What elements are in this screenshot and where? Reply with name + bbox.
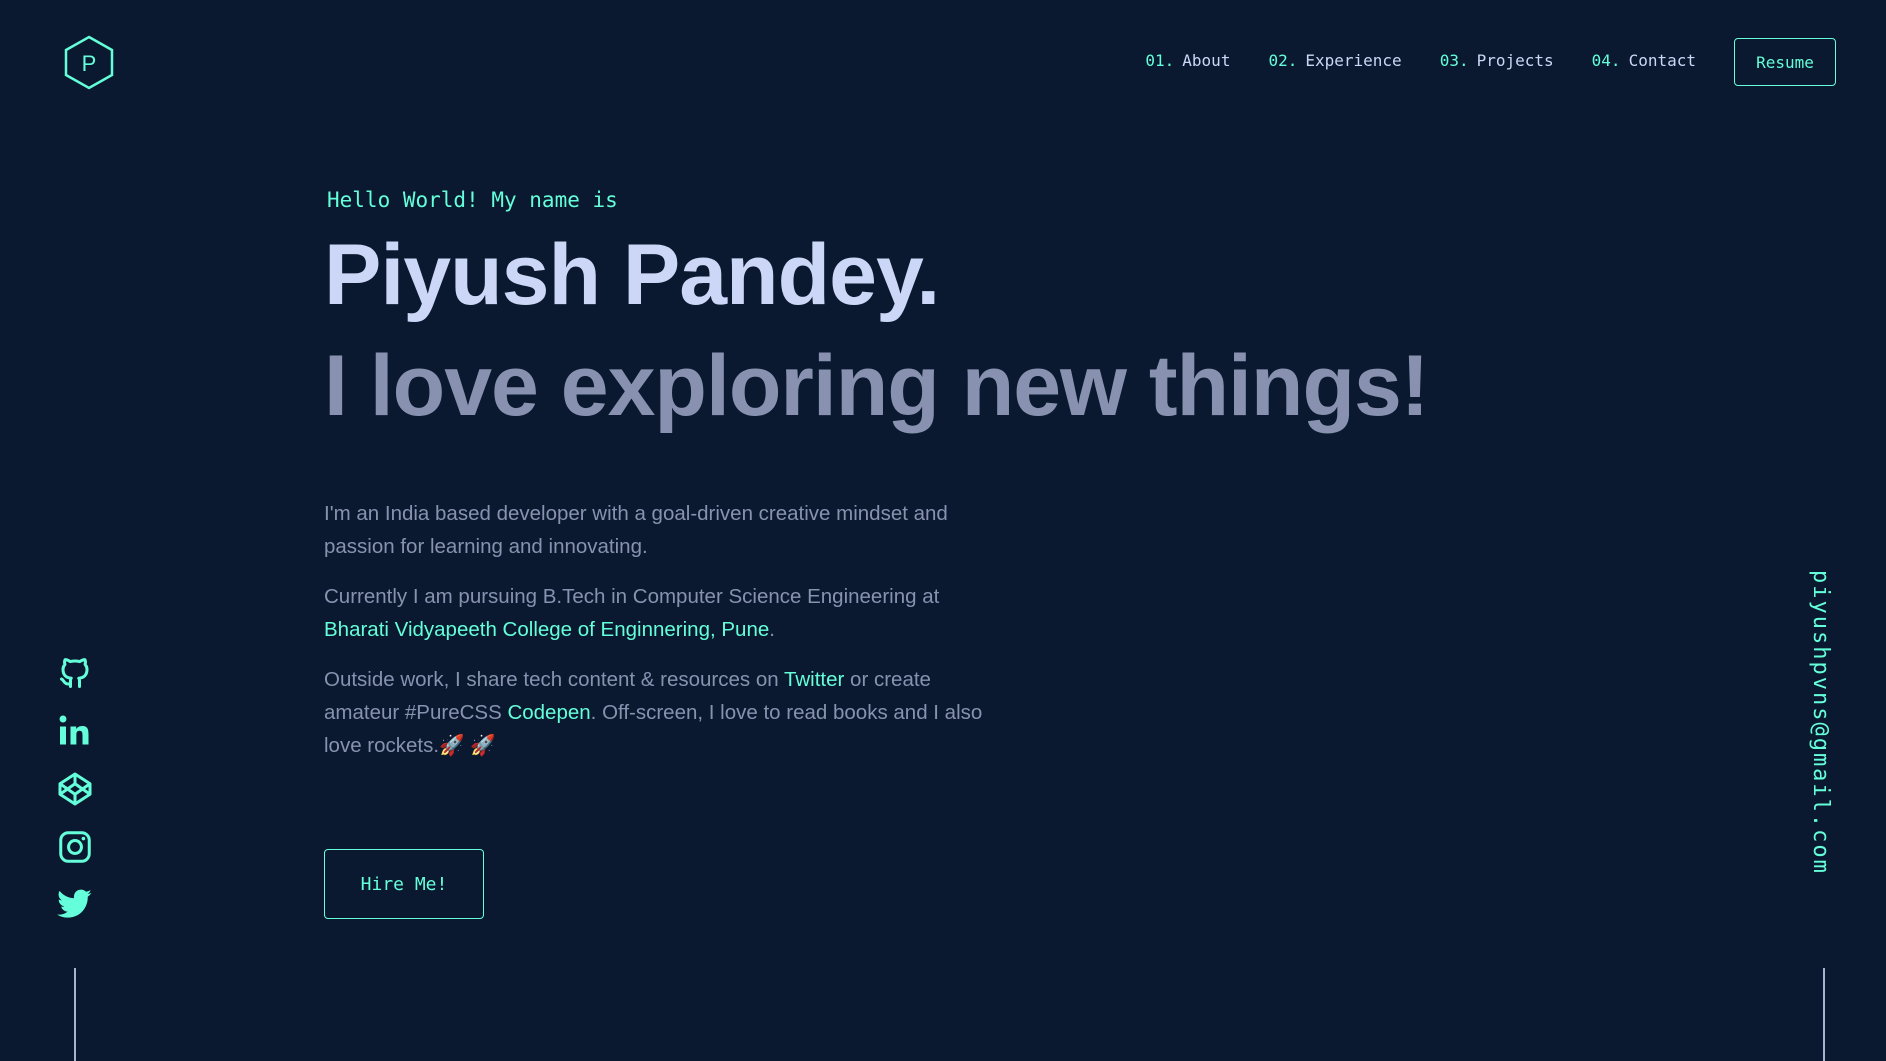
hobbies-paragraph: Outside work, I share tech content & res… (324, 663, 984, 762)
main-nav: 01. About 02. Experience 03. Projects 04. Co… (1145, 51, 1696, 70)
nav-item-contact[interactable]: 04. Contact (1592, 51, 1696, 70)
logo-letter: P (82, 51, 97, 76)
nav-number: 04. (1591, 51, 1621, 70)
college-link[interactable]: Bharati Vidyapeeth College of Enginnerin… (324, 618, 769, 641)
greeting-text: Hello World! My name is (327, 188, 618, 212)
email-link[interactable]: piyushpvns@gmail.com (1808, 570, 1833, 875)
intro-paragraph: I'm an India based developer with a goal… (324, 502, 948, 558)
nav-item-projects[interactable]: 03. Projects (1440, 51, 1554, 70)
hero-tagline: I love exploring new things! (324, 338, 1429, 434)
education-text: Currently I am pursuing B.Tech in Comput… (324, 585, 940, 608)
codepen-link[interactable]: Codepen (507, 701, 590, 724)
hobbies-text: Outside work, I share tech content & res… (324, 668, 784, 691)
nav-label: Experience (1305, 51, 1402, 70)
codepen-icon (58, 772, 92, 806)
linkedin-icon (59, 715, 89, 745)
nav-number: 02. (1268, 51, 1298, 70)
education-paragraph: Currently I am pursuing B.Tech in Comput… (324, 580, 984, 646)
nav-number: 03. (1439, 51, 1469, 70)
left-vertical-line (74, 968, 76, 1061)
instagram-icon (59, 831, 91, 863)
social-links (57, 655, 93, 923)
nav-label: Contact (1628, 51, 1696, 70)
twitter-link[interactable]: Twitter (784, 668, 844, 691)
right-vertical-line (1823, 968, 1825, 1061)
twitter-link-icon[interactable] (57, 887, 93, 923)
instagram-link[interactable] (57, 829, 93, 865)
github-link[interactable] (57, 655, 93, 691)
logo[interactable]: P (62, 34, 116, 90)
rocket-emoji: 🚀 🚀 (439, 734, 496, 757)
resume-button[interactable]: Resume (1734, 38, 1836, 86)
nav-number: 01. (1145, 51, 1175, 70)
linkedin-link[interactable] (57, 713, 93, 749)
nav-item-experience[interactable]: 02. Experience (1268, 51, 1401, 70)
nav-label: Projects (1476, 51, 1554, 70)
hire-me-button[interactable]: Hire Me! (324, 849, 484, 919)
hero-name: Piyush Pandey. (324, 227, 940, 323)
nav-label: About (1182, 51, 1231, 70)
twitter-icon (57, 889, 92, 918)
nav-item-about[interactable]: 01. About (1145, 51, 1230, 70)
codepen-link-icon[interactable] (57, 771, 93, 807)
github-icon (60, 658, 89, 688)
hexagon-logo-icon: P (64, 35, 114, 90)
education-suffix: . (769, 618, 775, 641)
